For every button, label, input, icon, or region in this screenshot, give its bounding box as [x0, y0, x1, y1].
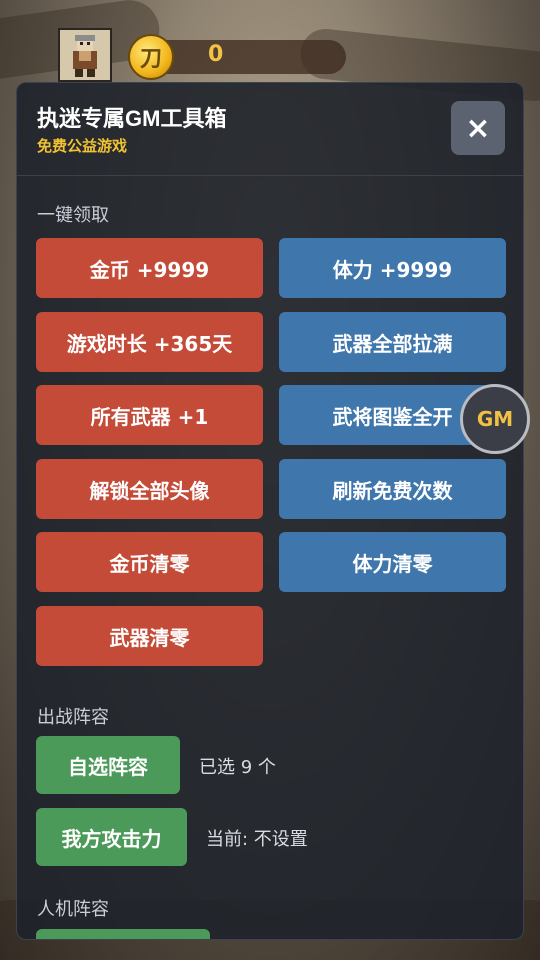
section-title-one-click: 一键领取 — [37, 205, 109, 226]
close-button[interactable]: × — [451, 101, 505, 155]
section-title-ai-lineup: 人机阵容 — [37, 899, 109, 920]
ai-lineup-button-partial[interactable] — [36, 929, 210, 939]
close-icon: × — [465, 110, 491, 146]
one-click-button-5[interactable]: 所有武器 +1 — [36, 385, 263, 445]
panel-title: 执迷专属GM工具箱 — [37, 106, 227, 131]
coin-icon: 刀 — [128, 34, 174, 80]
section-title-battle-lineup: 出战阵容 — [37, 707, 109, 728]
one-click-button-2[interactable]: 体力 +9999 — [279, 238, 506, 298]
character-portrait-icon — [73, 35, 97, 77]
panel-header: 执迷专属GM工具箱 免费公益游戏 × — [17, 83, 523, 176]
one-click-button-10[interactable]: 体力清零 — [279, 532, 506, 592]
coin-value: 0 — [208, 42, 224, 67]
select-lineup-button[interactable]: 自选阵容 — [36, 736, 180, 794]
one-click-button-1[interactable]: 金币 +9999 — [36, 238, 263, 298]
gm-toolbox-panel: 执迷专属GM工具箱 免费公益游戏 × 一键领取 金币 +9999 体力 +9999… — [16, 82, 524, 940]
attack-power-button[interactable]: 我方攻击力 — [36, 808, 187, 866]
one-click-button-3[interactable]: 游戏时长 +365天 — [36, 312, 263, 372]
one-click-button-11[interactable]: 武器清零 — [36, 606, 263, 666]
panel-subtitle: 免费公益游戏 — [37, 137, 128, 155]
player-avatar[interactable] — [58, 28, 112, 82]
one-click-button-8[interactable]: 刷新免费次数 — [279, 459, 506, 519]
one-click-button-7[interactable]: 解锁全部头像 — [36, 459, 263, 519]
gm-floating-button[interactable]: GM — [460, 384, 530, 454]
selected-count-text: 已选 9 个 — [199, 757, 276, 778]
one-click-button-9[interactable]: 金币清零 — [36, 532, 263, 592]
one-click-button-4[interactable]: 武器全部拉满 — [279, 312, 506, 372]
attack-status-text: 当前: 不设置 — [206, 829, 308, 850]
